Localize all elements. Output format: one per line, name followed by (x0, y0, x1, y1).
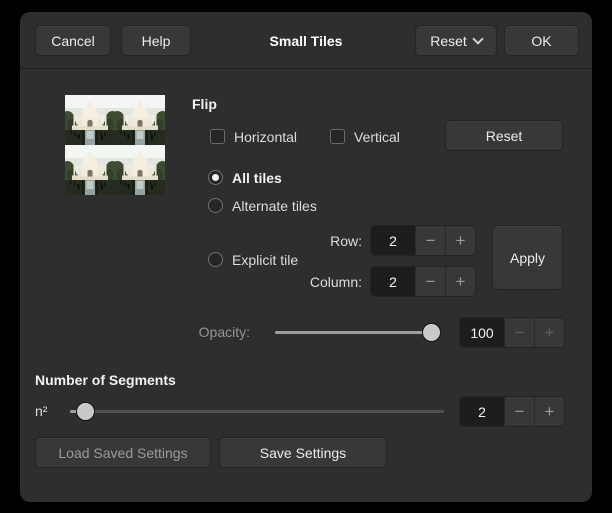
opacity-value-field[interactable]: 100 (460, 318, 504, 347)
minus-icon: − (515, 323, 525, 343)
row-spinbox: 2 − + (370, 225, 476, 256)
opacity-slider[interactable] (275, 323, 441, 342)
segments-slider[interactable] (70, 402, 444, 421)
flip-reset-button[interactable]: Reset (445, 120, 563, 151)
column-increment-button[interactable]: + (445, 267, 475, 296)
preview-tile (115, 145, 165, 195)
flip-heading: Flip (192, 96, 217, 112)
horizontal-checkbox-label: Horizontal (234, 129, 297, 145)
plus-icon: + (456, 272, 466, 292)
horizontal-checkbox[interactable] (210, 129, 225, 144)
preview-tile (65, 95, 115, 145)
plus-icon: + (545, 402, 555, 422)
opacity-slider-handle[interactable] (422, 323, 441, 342)
reset-dropdown-button[interactable]: Reset (415, 25, 497, 56)
apply-button[interactable]: Apply (492, 225, 563, 290)
load-saved-settings-button: Load Saved Settings (35, 437, 211, 468)
minus-icon: − (426, 272, 436, 292)
row-value-field[interactable]: 2 (371, 226, 415, 255)
preview-tile (115, 95, 165, 145)
chevron-down-icon (472, 33, 483, 44)
alternate-tiles-label: Alternate tiles (232, 198, 317, 214)
all-tiles-label: All tiles (232, 170, 282, 186)
column-value-field[interactable]: 2 (371, 267, 415, 296)
save-settings-button[interactable]: Save Settings (219, 437, 387, 468)
segments-spinbox: 2 − + (459, 396, 565, 427)
segments-slider-handle[interactable] (76, 402, 95, 421)
vertical-checkbox-label: Vertical (354, 129, 400, 145)
explicit-tile-label: Explicit tile (232, 252, 298, 268)
reset-dropdown-label: Reset (430, 33, 467, 49)
small-tiles-dialog: Small Tiles Cancel Help Reset OK Flip Ho… (20, 12, 592, 502)
segments-value-field[interactable]: 2 (460, 397, 504, 426)
opacity-decrement-button[interactable]: − (504, 318, 534, 347)
column-spinbox: 2 − + (370, 266, 476, 297)
ok-button[interactable]: OK (504, 25, 579, 56)
opacity-slider-fill (275, 331, 441, 334)
row-increment-button[interactable]: + (445, 226, 475, 255)
opacity-slider-track[interactable] (275, 331, 441, 334)
minus-icon: − (426, 231, 436, 251)
plus-icon: + (456, 231, 466, 251)
segments-increment-button[interactable]: + (534, 397, 564, 426)
vertical-checkbox[interactable] (330, 129, 345, 144)
all-tiles-radio[interactable] (208, 170, 223, 185)
opacity-label: Opacity: (150, 324, 250, 340)
segments-heading: Number of Segments (35, 372, 176, 388)
cancel-button[interactable]: Cancel (35, 25, 111, 56)
preview-image (65, 95, 165, 195)
preview-tile (65, 145, 115, 195)
row-decrement-button[interactable]: − (415, 226, 445, 255)
plus-icon: + (545, 323, 555, 343)
column-label: Column: (290, 274, 362, 290)
alternate-tiles-radio[interactable] (208, 198, 223, 213)
segments-decrement-button[interactable]: − (504, 397, 534, 426)
minus-icon: − (515, 402, 525, 422)
segments-symbol-label: n² (35, 403, 47, 419)
opacity-increment-button[interactable]: + (534, 318, 564, 347)
help-button[interactable]: Help (121, 25, 191, 56)
explicit-tile-radio[interactable] (208, 252, 223, 267)
column-decrement-button[interactable]: − (415, 267, 445, 296)
header-bar: Small Tiles Cancel Help Reset OK (20, 12, 592, 69)
opacity-spinbox: 100 − + (459, 317, 565, 348)
segments-slider-track[interactable] (70, 410, 444, 413)
row-label: Row: (310, 233, 362, 249)
